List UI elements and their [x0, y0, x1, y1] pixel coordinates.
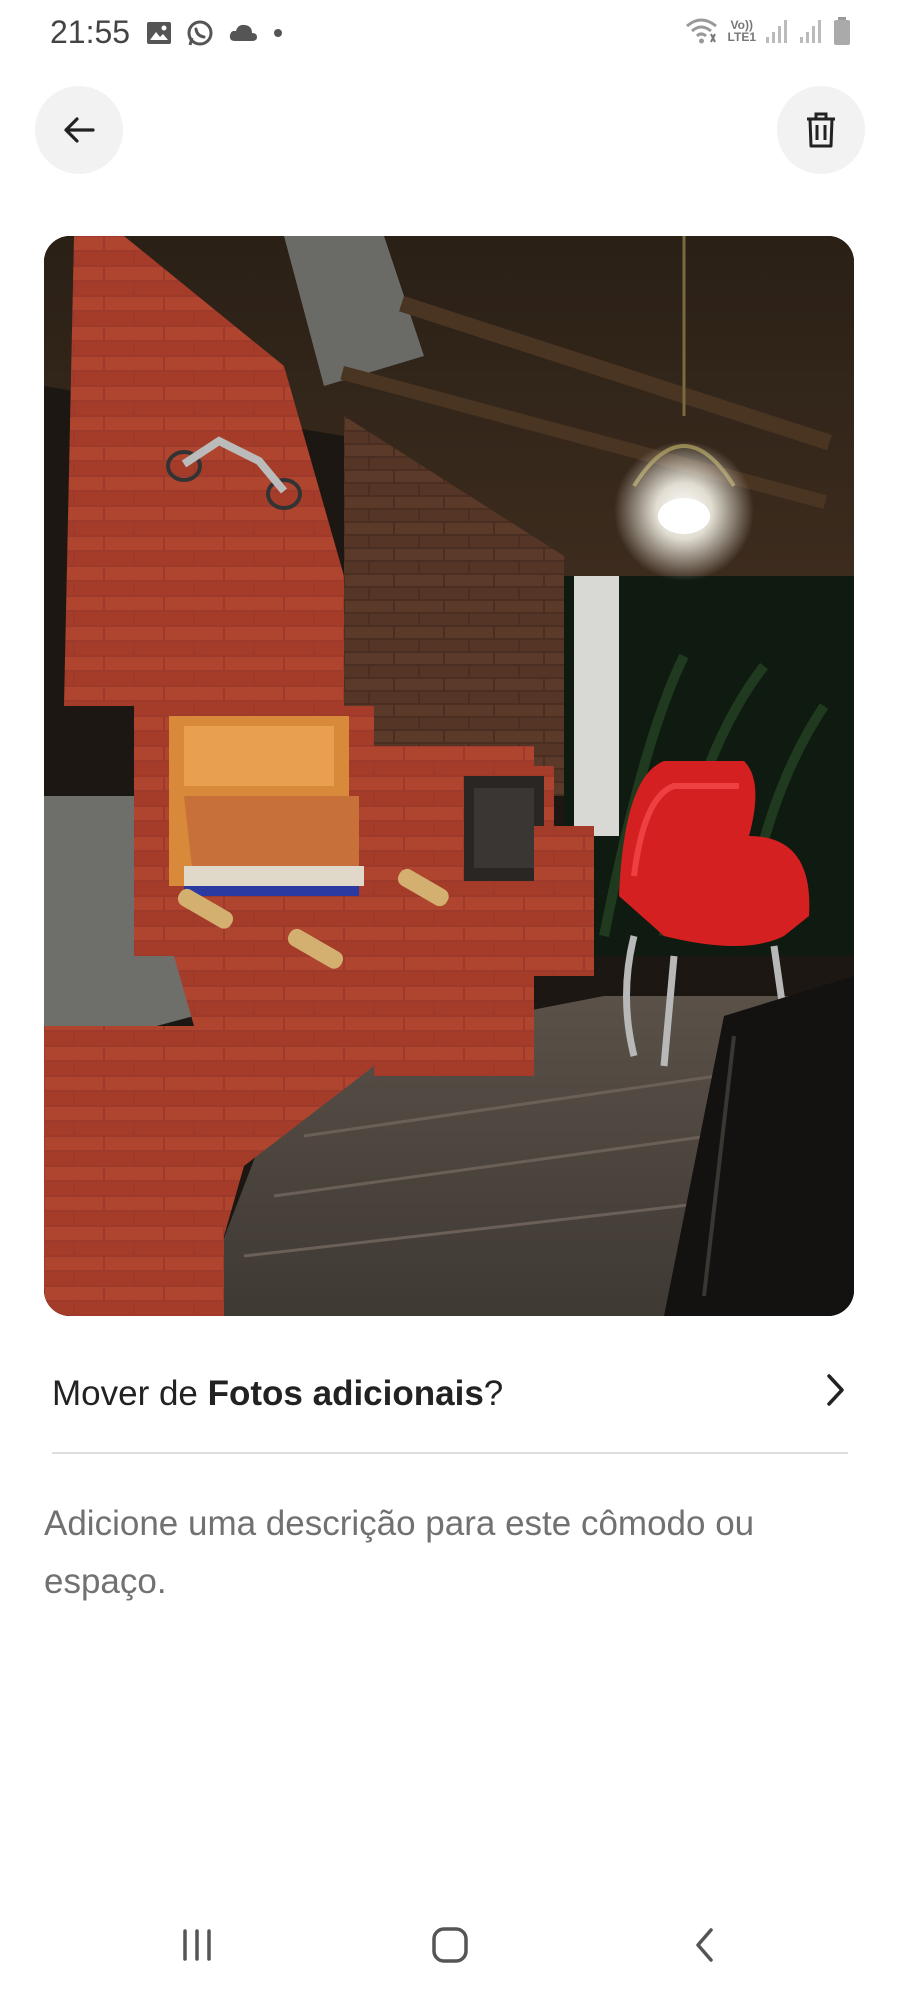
back-icon: [690, 1925, 720, 1965]
status-bar: 21:55 Vo)) LTE1: [0, 0, 900, 70]
home-icon: [430, 1925, 470, 1965]
move-prefix: Mover de: [52, 1374, 208, 1413]
wifi-icon: [684, 16, 720, 46]
dot-icon: [271, 26, 285, 40]
lte-label: LTE1: [727, 30, 756, 44]
volte-lte-icon: Vo)) LTE1: [728, 19, 756, 43]
delete-photo-button[interactable]: [777, 86, 865, 174]
status-system-icons: Vo)) LTE1: [684, 16, 852, 46]
description-input[interactable]: Adicione uma descrição para este cômodo …: [44, 1495, 854, 1611]
image-icon: [145, 19, 173, 47]
chevron-right-icon: [820, 1370, 850, 1415]
move-from-album-row[interactable]: Mover de Fotos adicionais?: [52, 1358, 850, 1430]
divider: [52, 1452, 848, 1454]
move-suffix: ?: [483, 1374, 504, 1413]
album-name: Fotos adicionais: [207, 1374, 484, 1413]
move-from-album-text: Mover de Fotos adicionais?: [52, 1374, 503, 1414]
whatsapp-icon: [185, 18, 215, 48]
signal-icon: [764, 17, 790, 45]
trash-icon: [803, 111, 839, 149]
listing-photo: [44, 236, 854, 1316]
status-time: 21:55: [50, 14, 131, 50]
signal-icon: [798, 17, 824, 45]
navigation-bar: [0, 1900, 900, 2000]
back-button[interactable]: [35, 86, 123, 174]
system-back-button[interactable]: [670, 1920, 740, 1970]
recent-apps-button[interactable]: [162, 1920, 232, 1970]
arrow-left-icon: [59, 110, 99, 150]
home-button[interactable]: [415, 1920, 485, 1970]
battery-icon: [832, 16, 852, 46]
recent-apps-icon: [179, 1928, 215, 1962]
barbecue-area-photo: [44, 236, 854, 1316]
status-notification-icons: [145, 18, 285, 48]
cloud-icon: [227, 21, 259, 45]
